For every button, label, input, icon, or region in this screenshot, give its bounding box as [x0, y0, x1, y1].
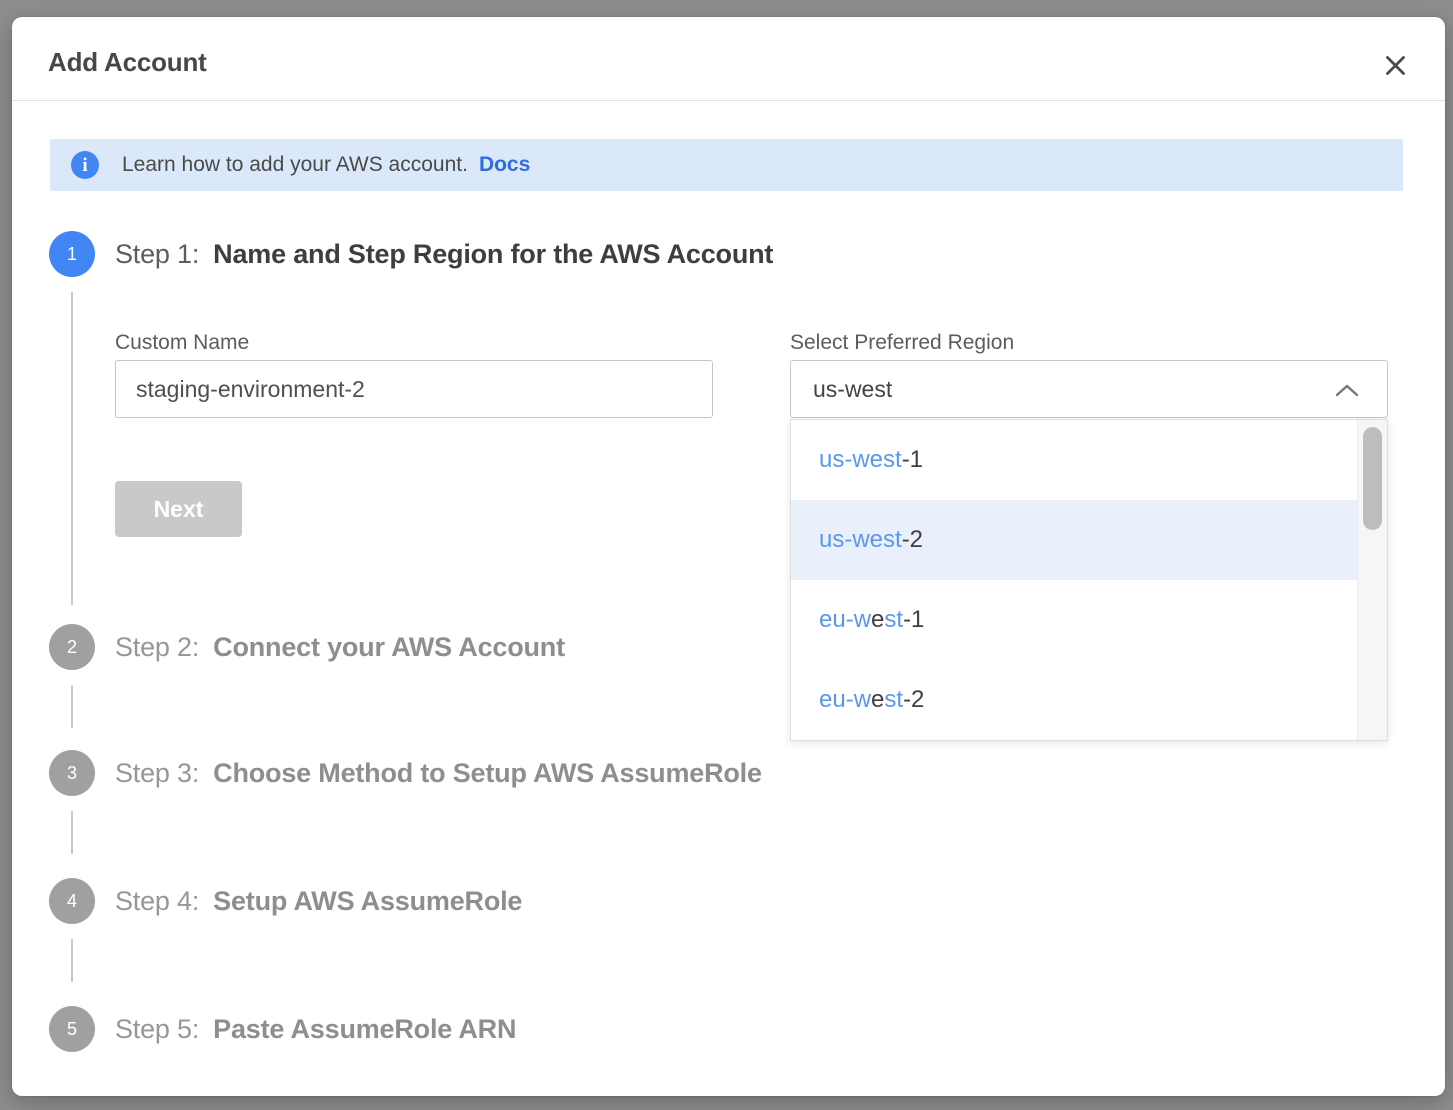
- step-1-label: Step 1: Name and Step Region for the AWS …: [115, 239, 773, 270]
- region-option-text: eu-west-1: [819, 606, 924, 634]
- region-option-eu-west-2[interactable]: eu-west-2: [791, 660, 1357, 740]
- region-option-list: us-west-1 us-west-2 eu-west-1 eu-west-2: [791, 420, 1357, 740]
- step-4-number-badge: 4: [49, 878, 95, 924]
- region-select-value: us-west: [813, 376, 892, 403]
- region-option-us-west-1[interactable]: us-west-1: [791, 420, 1357, 500]
- step-1-header: 1 Step 1: Name and Step Region for the AW…: [49, 231, 773, 277]
- step-3-number-badge: 3: [49, 750, 95, 796]
- step-1-title: Name and Step Region for the AWS Account: [213, 239, 773, 269]
- step-connector: [71, 685, 73, 728]
- close-button[interactable]: [1377, 47, 1413, 83]
- step-2-number-badge: 2: [49, 624, 95, 670]
- dropdown-scrollbar-thumb[interactable]: [1363, 427, 1382, 530]
- step-4-header: 4 Step 4:Setup AWS AssumeRole: [49, 878, 522, 924]
- banner-text: Learn how to add your AWS account.: [122, 153, 468, 177]
- region-option-text: us-west-2: [819, 526, 923, 554]
- docs-info-banner: i Learn how to add your AWS account. Doc…: [50, 139, 1403, 191]
- step-connector: [71, 811, 73, 854]
- docs-link[interactable]: Docs: [479, 153, 530, 177]
- step-5-label: Step 5:Paste AssumeRole ARN: [115, 1014, 516, 1045]
- region-option-us-west-2[interactable]: us-west-2: [791, 500, 1357, 580]
- add-account-modal: Add Account i Learn how to add your AWS …: [12, 17, 1445, 1096]
- step-4-label: Step 4:Setup AWS AssumeRole: [115, 886, 522, 917]
- region-option-eu-west-1[interactable]: eu-west-1: [791, 580, 1357, 660]
- step-connector: [71, 939, 73, 982]
- region-option-text: us-west-1: [819, 446, 923, 474]
- dropdown-scrollbar-track[interactable]: [1357, 420, 1387, 740]
- custom-name-label: Custom Name: [115, 331, 249, 355]
- step-5-header: 5 Step 5:Paste AssumeRole ARN: [49, 1006, 516, 1052]
- close-icon: [1382, 52, 1409, 79]
- step-3-header: 3 Step 3:Choose Method to Setup AWS Assum…: [49, 750, 762, 796]
- step-1-number-badge: 1: [49, 231, 95, 277]
- region-select[interactable]: us-west: [790, 360, 1388, 418]
- step-connector: [71, 292, 73, 605]
- step-2-label: Step 2:Connect your AWS Account: [115, 632, 565, 663]
- region-label: Select Preferred Region: [790, 331, 1014, 355]
- next-button[interactable]: Next: [115, 481, 242, 537]
- step-2-header: 2 Step 2:Connect your AWS Account: [49, 624, 565, 670]
- info-icon: i: [71, 151, 99, 179]
- region-dropdown: us-west-1 us-west-2 eu-west-1 eu-west-2: [790, 419, 1388, 741]
- chevron-up-icon: [1335, 384, 1359, 397]
- step-5-number-badge: 5: [49, 1006, 95, 1052]
- region-option-text: eu-west-2: [819, 686, 924, 714]
- step-1-prefix: Step 1:: [115, 239, 199, 269]
- header-divider: [12, 100, 1445, 101]
- modal-title: Add Account: [48, 47, 207, 78]
- step-3-label: Step 3:Choose Method to Setup AWS Assume…: [115, 758, 762, 789]
- custom-name-input[interactable]: [115, 360, 713, 418]
